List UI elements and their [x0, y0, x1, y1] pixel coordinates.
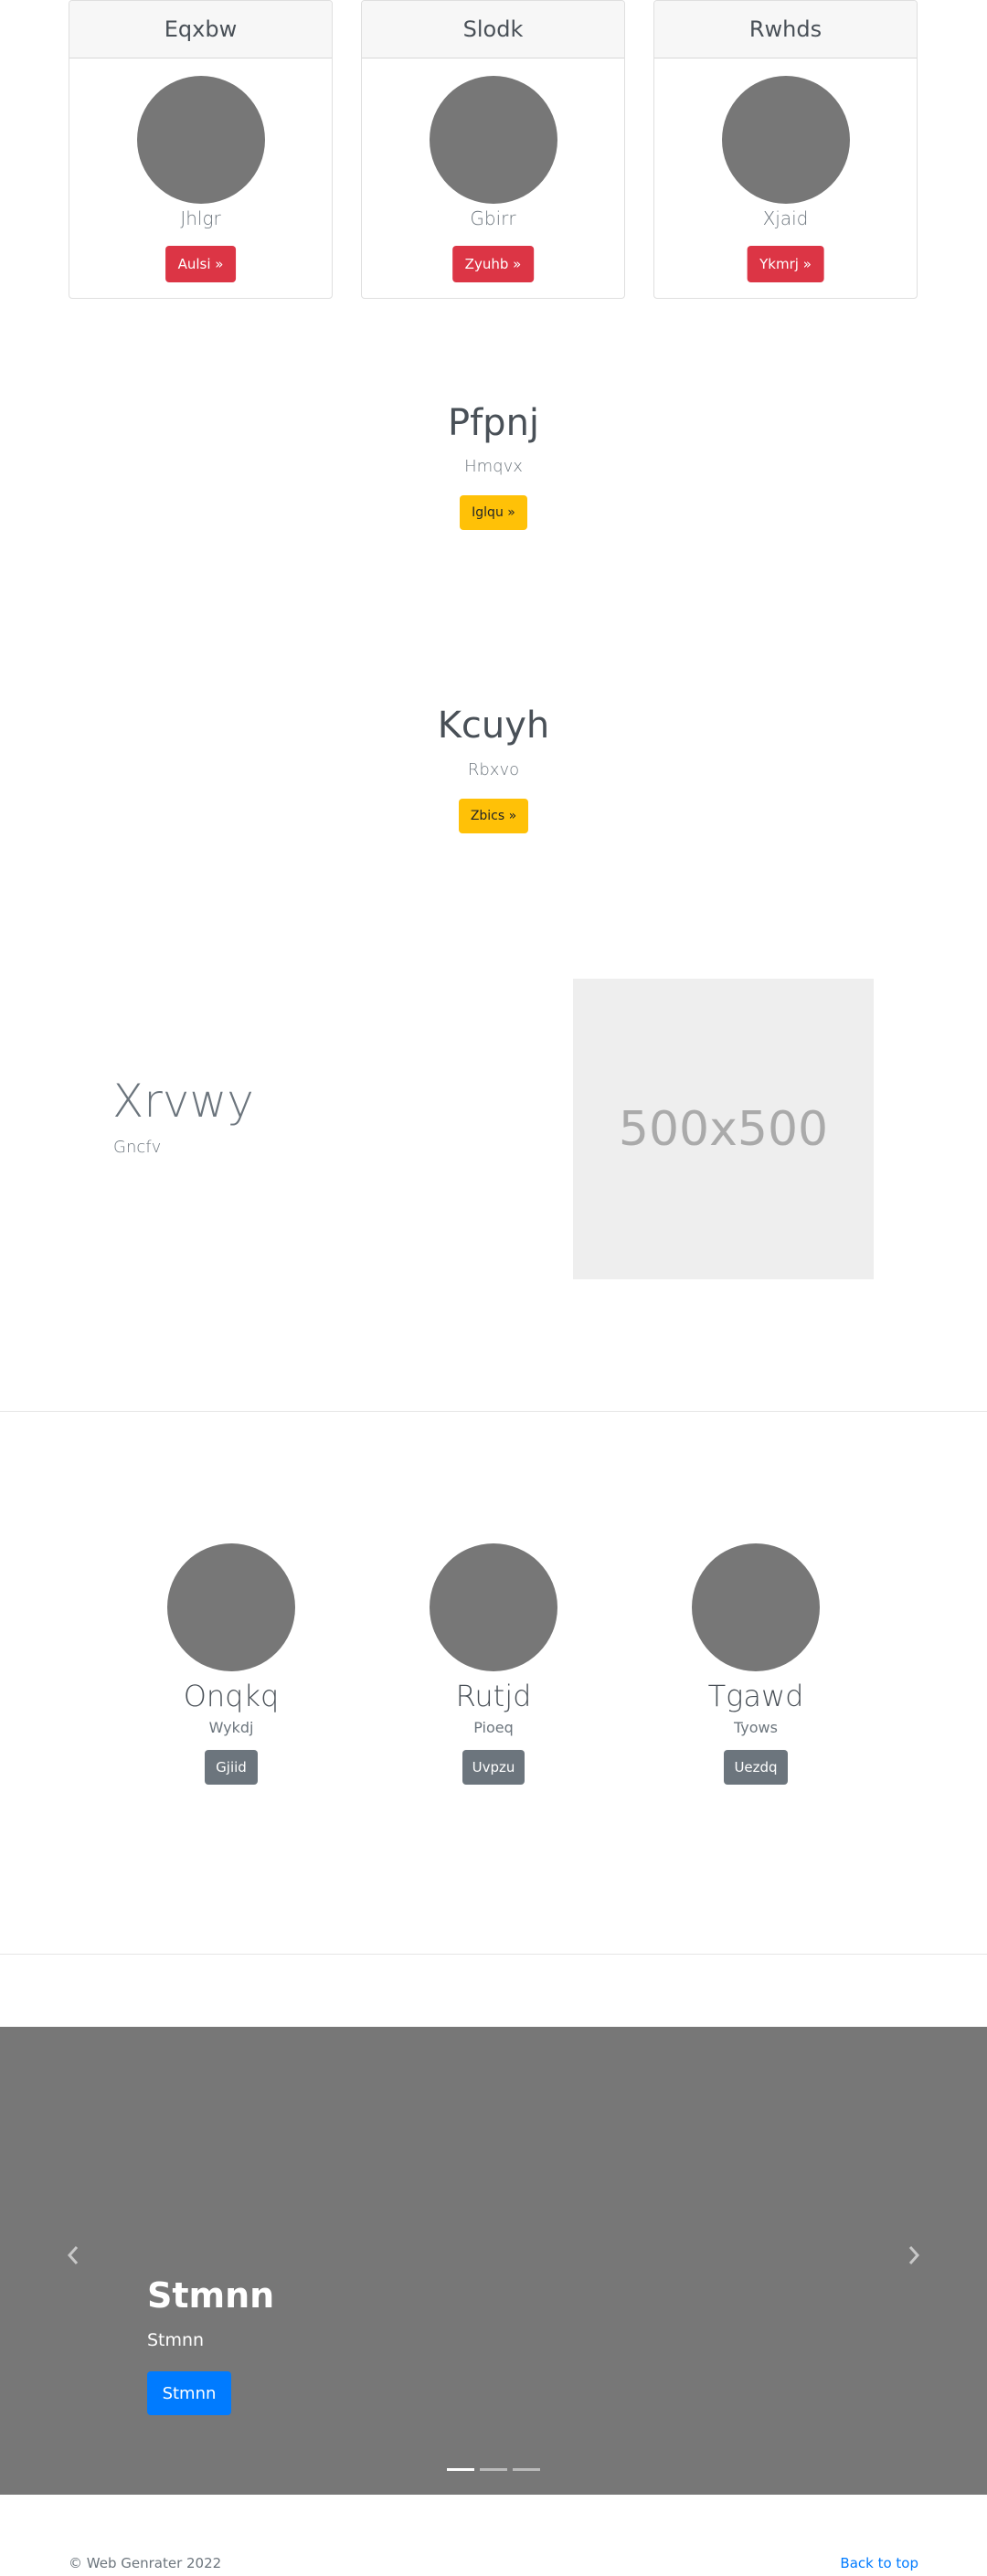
back-to-top-link[interactable]: Back to top [840, 2555, 918, 2571]
feature-name: Onqkq [183, 1679, 280, 1713]
section-button[interactable]: Iglqu » [460, 495, 527, 530]
card-button[interactable]: Aulsi » [164, 246, 237, 282]
card-header: Slodk [362, 1, 624, 58]
card-name: Xjaid [762, 207, 809, 229]
divider [0, 1954, 987, 1955]
carousel-indicator-active[interactable] [447, 2468, 474, 2471]
avatar-placeholder [137, 76, 265, 204]
card-button[interactable]: Zyuhb » [451, 246, 535, 282]
chevron-left-icon[interactable] [59, 2242, 87, 2269]
section-subtitle: Hmqvx [464, 457, 523, 476]
feature-subtitle: Wykdj [208, 1719, 254, 1736]
pricing-card: Rwhds Xjaid Ykmrj » [653, 0, 918, 299]
card-name: Jhlgr [180, 207, 221, 229]
feature-button[interactable]: Uvpzu [462, 1750, 525, 1785]
card-button[interactable]: Ykmrj » [747, 246, 824, 282]
feature-image-placeholder [692, 1543, 820, 1671]
feature-name: Rutjd [455, 1679, 532, 1713]
carousel-button[interactable]: Stmnn [147, 2371, 231, 2415]
carousel-indicator[interactable] [513, 2468, 540, 2471]
feature-subtitle: Tyows [734, 1719, 778, 1736]
carousel-indicator[interactable] [480, 2468, 507, 2471]
image-placeholder: 500x500 [573, 979, 874, 1279]
pricing-card: Slodk Gbirr Zyuhb » [361, 0, 625, 299]
feature-image-placeholder [430, 1543, 557, 1671]
avatar-placeholder [430, 76, 557, 204]
feature-name: Tgawd [707, 1679, 804, 1713]
feature-button[interactable]: Gjiid [205, 1750, 258, 1785]
card-header: Rwhds [654, 1, 917, 58]
section-subtitle: Rbxvo [467, 760, 520, 779]
carousel-indicators [0, 2468, 987, 2471]
feature-item: Tgawd Tyows [664, 1543, 847, 1736]
card-name: Gbirr [470, 207, 516, 229]
feature-item: Onqkq Wykdj [140, 1543, 323, 1736]
carousel-caption: Stmnn [147, 2330, 205, 2350]
image-placeholder-label: 500x500 [618, 1101, 829, 1157]
carousel-title: Stmnn [147, 2275, 275, 2316]
section-title: Pfpnj [447, 402, 540, 444]
footer-copyright: © Web Genrater 2022 [69, 2555, 222, 2571]
feature-subtitle: Pioeq [473, 1719, 514, 1736]
featurette-heading: Xrvwy [112, 1075, 254, 1128]
divider [0, 1411, 987, 1412]
section-button[interactable]: Zbics » [459, 799, 528, 833]
carousel: Stmnn Stmnn Stmnn [0, 2027, 987, 2495]
card-header: Eqxbw [69, 1, 332, 58]
feature-button[interactable]: Uezdq [724, 1750, 788, 1785]
section-title: Kcuyh [437, 705, 550, 747]
avatar-placeholder [722, 76, 850, 204]
chevron-right-icon[interactable] [900, 2242, 928, 2269]
featurette-lead: Gncfv [113, 1138, 162, 1157]
pricing-card: Eqxbw Jhlgr Aulsi » [69, 0, 333, 299]
feature-item: Rutjd Pioeq [402, 1543, 585, 1736]
feature-image-placeholder [167, 1543, 295, 1671]
